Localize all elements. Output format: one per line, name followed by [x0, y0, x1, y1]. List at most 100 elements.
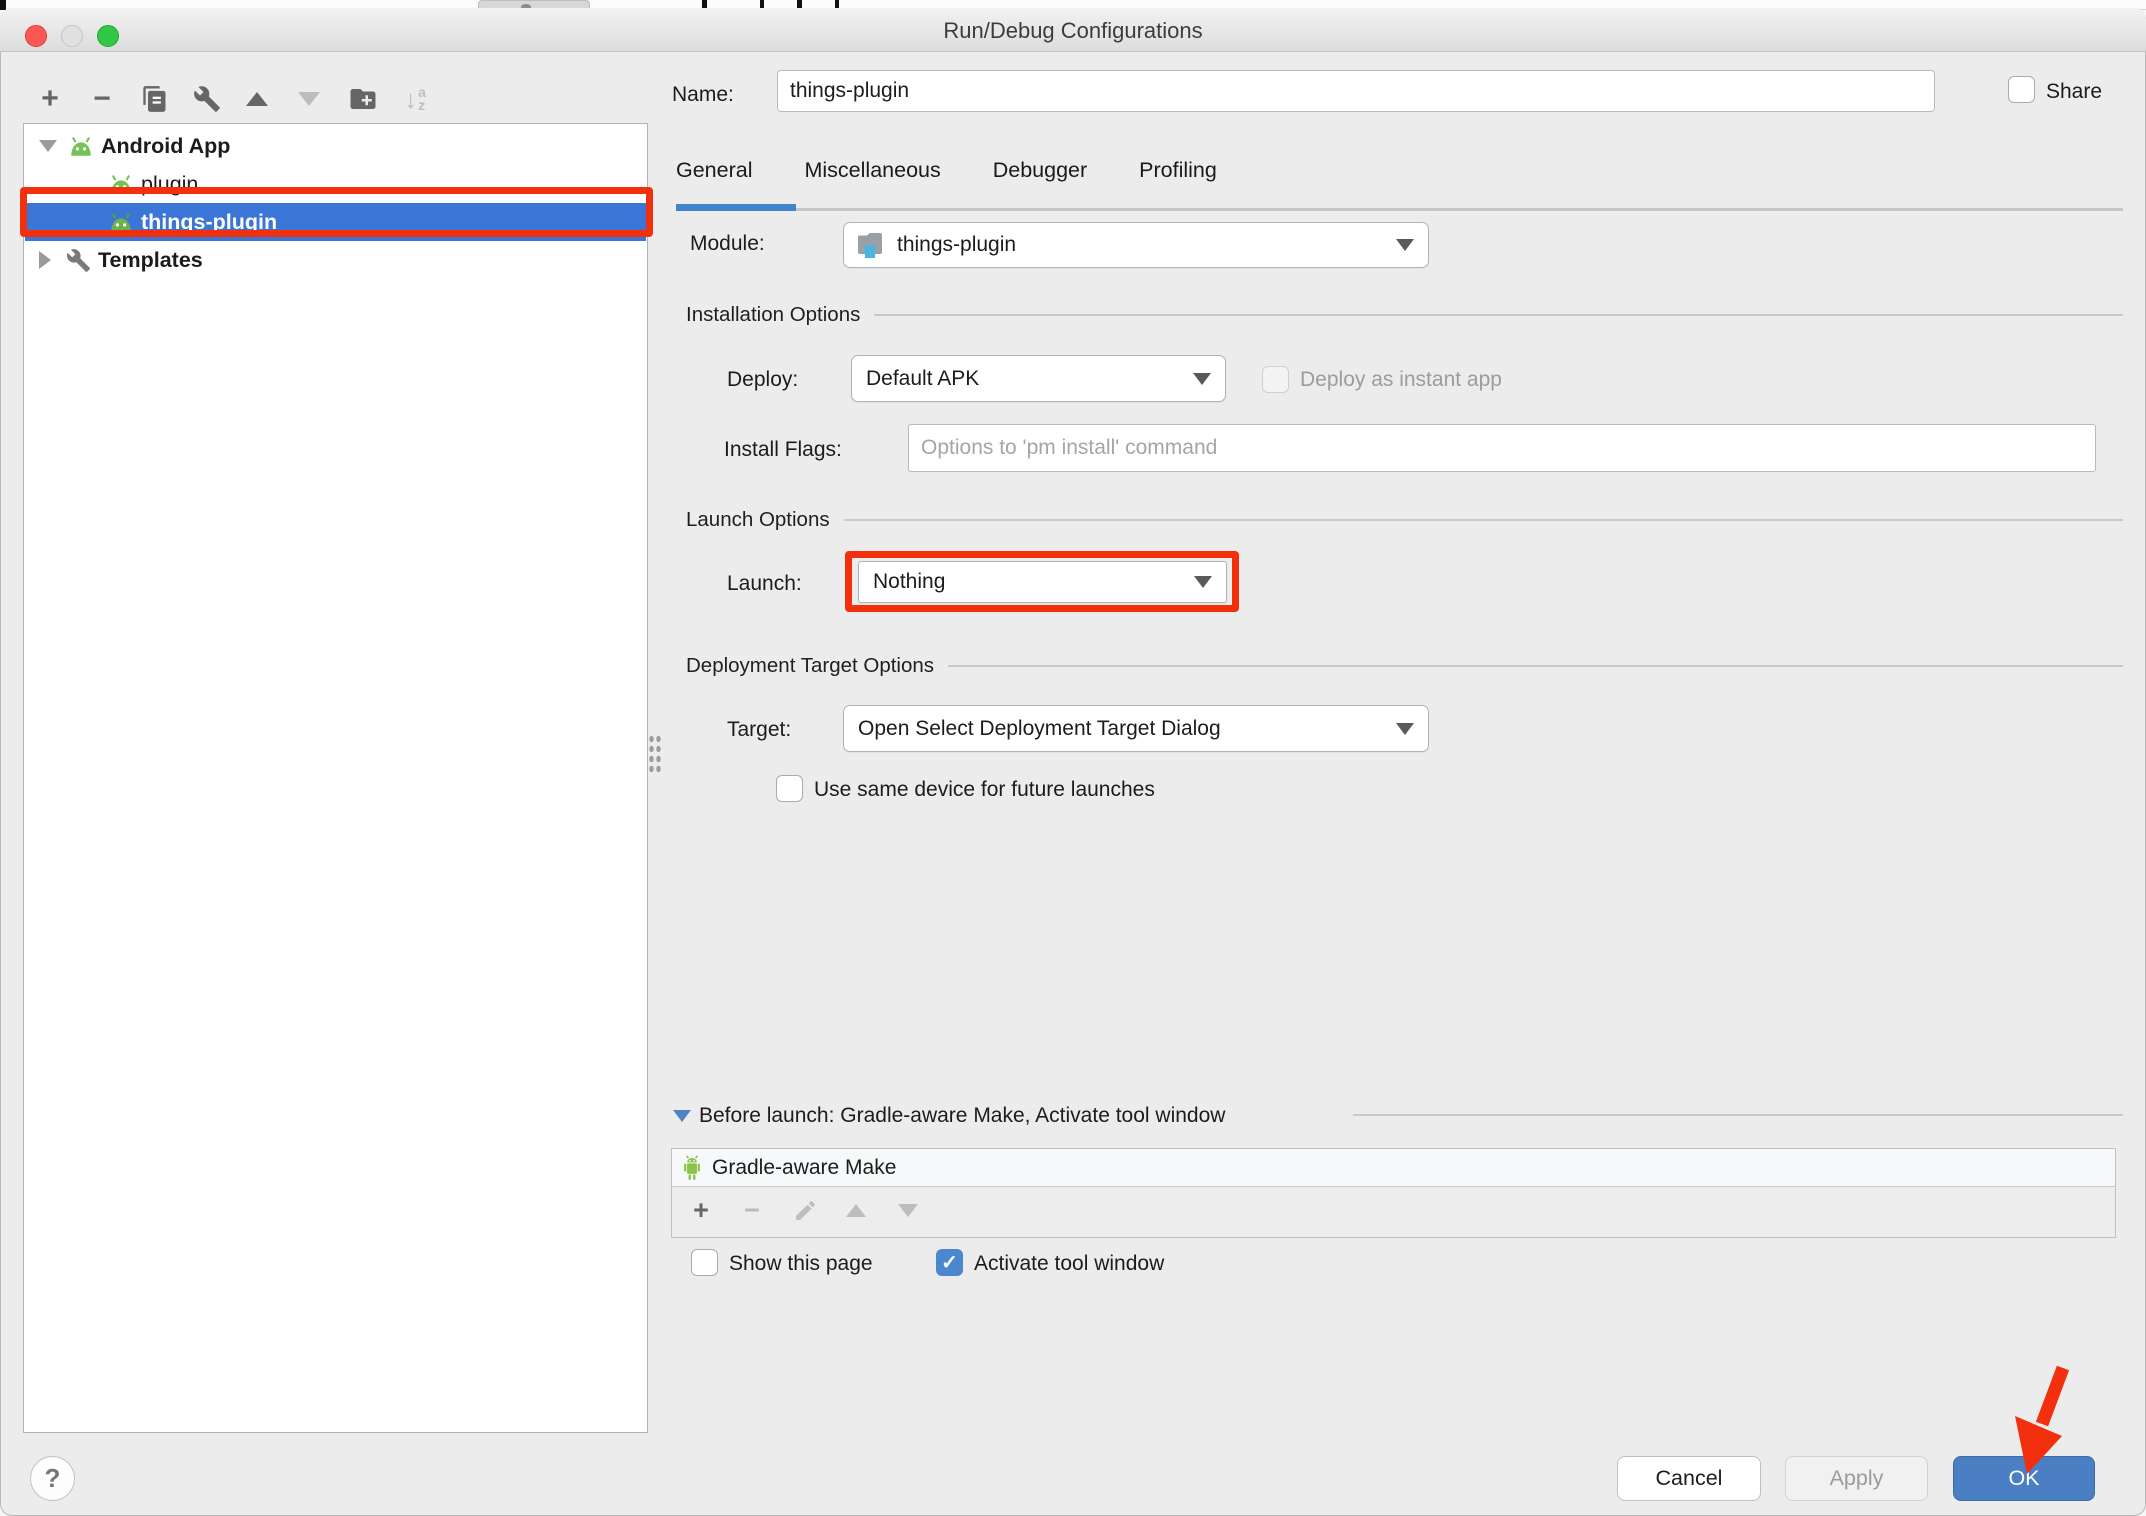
add-task-button[interactable]: +	[685, 1194, 717, 1226]
module-label: Module:	[690, 232, 765, 256]
deploy-instant-app-checkbox[interactable]	[1262, 366, 1289, 393]
section-line	[948, 665, 2123, 667]
pencil-icon	[793, 1198, 818, 1223]
android-head-icon	[67, 133, 95, 159]
chevron-down-icon	[1396, 239, 1414, 251]
active-tab-indicator	[676, 204, 796, 211]
show-this-page-label: Show this page	[729, 1252, 873, 1276]
remove-configuration-button[interactable]: −	[85, 82, 119, 116]
help-button[interactable]: ?	[30, 1456, 75, 1501]
module-icon	[858, 233, 885, 257]
titlebar: Run/Debug Configurations	[0, 8, 2146, 52]
tab-miscellaneous[interactable]: Miscellaneous	[805, 158, 941, 183]
activate-tool-window-label: Activate tool window	[974, 1252, 1164, 1276]
sort-az-icon: ↓ az	[404, 84, 426, 115]
target-combobox[interactable]: Open Select Deployment Target Dialog	[843, 705, 1429, 752]
wrench-icon	[64, 247, 92, 273]
add-configuration-button[interactable]: +	[33, 82, 67, 116]
deploy-instant-app-label: Deploy as instant app	[1300, 368, 1502, 392]
deploy-label: Deploy:	[727, 368, 798, 392]
chevron-down-icon	[1194, 576, 1212, 588]
edit-defaults-button[interactable]	[190, 82, 224, 116]
installation-options-section-header: Installation Options	[686, 303, 2123, 327]
task-row-gradle-aware-make[interactable]: Gradle-aware Make	[672, 1149, 2115, 1187]
move-down-button[interactable]	[292, 82, 326, 116]
share-label: Share	[2046, 80, 2102, 104]
use-same-device-checkbox[interactable]	[776, 775, 803, 802]
install-flags-input[interactable]	[908, 424, 2096, 472]
android-robot-icon	[682, 1155, 702, 1181]
tree-item-things-plugin[interactable]: things-plugin	[25, 203, 646, 241]
edit-task-button[interactable]	[789, 1194, 821, 1226]
collapsed-twisty-icon[interactable]	[39, 251, 51, 269]
window-title: Run/Debug Configurations	[0, 18, 2146, 44]
tree-item-label: plugin	[141, 172, 198, 197]
minus-icon: −	[93, 84, 111, 114]
before-launch-task-panel: Gradle-aware Make	[671, 1148, 2116, 1238]
tab-divider-line	[796, 208, 2123, 211]
use-same-device-label: Use same device for future launches	[814, 778, 1155, 802]
android-head-icon	[107, 209, 135, 235]
tree-item-android-app[interactable]: Android App	[25, 127, 646, 165]
section-line	[844, 519, 2123, 521]
sort-configurations-button[interactable]: ↓ az	[398, 82, 432, 116]
section-title: Launch Options	[686, 508, 830, 532]
arrow-down-icon	[298, 92, 320, 106]
activate-tool-window-checkbox[interactable]: ✓	[936, 1249, 963, 1276]
wrench-icon	[193, 85, 221, 113]
splitter-handle[interactable]	[648, 734, 662, 774]
background-artifact	[0, 0, 6, 10]
before-launch-title[interactable]: Before launch: Gradle-aware Make, Activa…	[699, 1104, 1225, 1128]
module-value: things-plugin	[897, 233, 1016, 257]
checkmark-icon: ✓	[941, 1250, 958, 1275]
tree-item-label: Templates	[98, 248, 203, 273]
minus-icon: −	[744, 1197, 760, 1224]
before-launch-collapse-icon[interactable]	[673, 1110, 691, 1122]
chevron-down-icon	[1396, 723, 1414, 735]
show-this-page-checkbox[interactable]	[691, 1249, 718, 1276]
run-debug-configurations-dialog: Run/Debug Configurations + − ↓ az Androi…	[0, 8, 2146, 1516]
android-head-icon	[107, 171, 135, 197]
copy-configuration-button[interactable]	[138, 82, 172, 116]
deploy-value: Default APK	[866, 367, 979, 391]
tree-item-templates[interactable]: Templates	[25, 241, 646, 279]
new-folder-icon	[348, 84, 378, 114]
configurations-tree: Android App plugin things-plugin Templat…	[23, 123, 648, 1433]
arrow-up-icon	[846, 1204, 866, 1217]
tree-item-label: Android App	[101, 134, 230, 159]
copy-icon	[141, 85, 169, 113]
tab-general[interactable]: General	[676, 158, 753, 183]
deploy-combobox[interactable]: Default APK	[851, 355, 1226, 402]
name-label: Name:	[672, 83, 734, 107]
deployment-target-options-section-header: Deployment Target Options	[686, 654, 2123, 678]
move-task-up-button[interactable]	[840, 1194, 872, 1226]
plus-icon: +	[41, 84, 59, 114]
share-checkbox[interactable]	[2008, 76, 2035, 103]
launch-label: Launch:	[727, 572, 802, 596]
target-value: Open Select Deployment Target Dialog	[858, 717, 1221, 741]
apply-button[interactable]: Apply	[1785, 1456, 1928, 1501]
arrow-up-icon	[246, 92, 268, 106]
name-input[interactable]	[777, 70, 1935, 112]
create-folder-button[interactable]	[346, 82, 380, 116]
task-label: Gradle-aware Make	[712, 1156, 896, 1180]
tab-bar: General Miscellaneous Debugger Profiling	[676, 158, 1217, 183]
remove-task-button[interactable]: −	[736, 1194, 768, 1226]
expanded-twisty-icon[interactable]	[39, 140, 57, 152]
tree-item-plugin[interactable]: plugin	[25, 165, 646, 203]
cancel-button[interactable]: Cancel	[1617, 1456, 1761, 1501]
section-line	[874, 314, 2123, 316]
section-title: Deployment Target Options	[686, 654, 934, 678]
move-task-down-button[interactable]	[892, 1194, 924, 1226]
tab-debugger[interactable]: Debugger	[993, 158, 1087, 183]
annotation-arrow-ok	[1998, 1362, 2090, 1482]
tree-item-label: things-plugin	[141, 210, 277, 235]
move-up-button[interactable]	[240, 82, 274, 116]
question-mark-icon: ?	[45, 1463, 61, 1494]
chevron-down-icon	[1193, 373, 1211, 385]
install-flags-label: Install Flags:	[724, 438, 842, 462]
module-combobox[interactable]: things-plugin	[843, 222, 1429, 268]
tab-profiling[interactable]: Profiling	[1139, 158, 1217, 183]
launch-options-section-header: Launch Options	[686, 508, 2123, 532]
launch-combobox[interactable]: Nothing	[858, 561, 1227, 603]
